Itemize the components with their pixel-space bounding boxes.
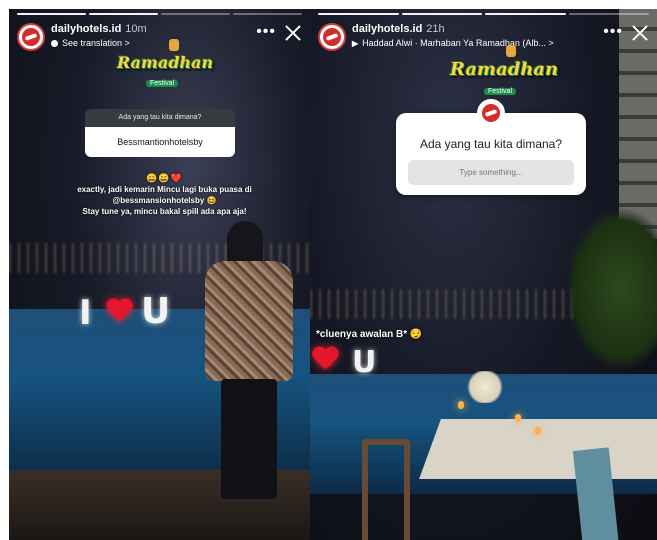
festival-title: Ramadhan	[117, 53, 214, 72]
woman-top	[205, 261, 293, 381]
ramadhan-festival-logo: Ramadhan Festival	[450, 45, 559, 98]
sign-letter-u: U	[352, 345, 377, 380]
avatar[interactable]	[17, 23, 45, 51]
progress-segment	[485, 13, 566, 15]
candle-icon	[458, 401, 464, 409]
username[interactable]: dailyhotels.id 10m	[51, 23, 147, 35]
progress-segment	[401, 13, 482, 15]
ramadhan-festival-logo: Ramadhan Festival	[117, 39, 214, 90]
story-caption: 😄😄❤️ exactly, jadi kemarin Mincu lagi bu…	[39, 173, 290, 217]
username[interactable]: dailyhotels.id 21h	[352, 23, 445, 35]
lantern-icon	[169, 39, 179, 51]
caption-line: exactly, jadi kemarin Mincu lagi buka pu…	[77, 185, 252, 194]
brand-logo-icon	[22, 28, 40, 46]
progress-segment	[89, 13, 158, 15]
heart-icon	[106, 299, 132, 323]
progress-segment	[233, 13, 302, 15]
post-time: 21h	[426, 23, 445, 35]
more-icon[interactable]: •••	[256, 24, 276, 40]
woman-legs	[221, 379, 277, 499]
music-attribution[interactable]: ▶︎ Haddad Alwi · Marhaban Ya Ramadhan (A…	[352, 38, 554, 48]
avatar[interactable]	[318, 23, 346, 51]
clue-caption: *cluenya awalan B* 😏	[316, 329, 423, 340]
question-prompt: Ada yang tau kita dimana?	[419, 137, 563, 151]
mention-line[interactable]: @bessmansionhotelsby 😆	[39, 195, 290, 206]
festival-title: Ramadhan	[450, 59, 559, 80]
chair	[362, 439, 410, 540]
progress-segment	[161, 13, 230, 15]
see-translation-link[interactable]: See translation >	[51, 38, 130, 48]
more-icon[interactable]: •••	[603, 24, 623, 40]
caption-line: Stay tune ya, mincu bakal spill ada apa …	[82, 207, 247, 216]
lantern-icon	[506, 45, 516, 57]
progress-segment	[17, 13, 86, 15]
sign-letter-u: U	[141, 291, 171, 332]
music-icon: ▶︎	[352, 38, 359, 48]
progress-segment	[318, 13, 399, 15]
see-translation-text[interactable]: See translation >	[62, 38, 130, 48]
music-text[interactable]: Haddad Alwi · Marhaban Ya Ramadhan (Alb.…	[362, 38, 554, 48]
brand-logo-icon	[323, 28, 341, 46]
flower-centerpiece	[466, 371, 504, 403]
translate-icon	[51, 39, 58, 47]
progress-bar	[318, 13, 649, 15]
progress-bar	[17, 13, 302, 15]
sign-letter-i: I	[79, 293, 92, 333]
woman-figure	[199, 221, 299, 540]
question-answer-input[interactable]	[408, 160, 574, 185]
question-answer: Bessmantionhotelsby	[85, 127, 235, 157]
close-icon[interactable]	[631, 23, 649, 41]
heart-icon	[312, 347, 338, 371]
close-icon[interactable]	[284, 23, 302, 41]
festival-subtitle: Festival	[483, 88, 517, 95]
question-sticker[interactable]: Ada yang tau kita dimana? Bessmantionhot…	[85, 109, 235, 169]
story-header: dailyhotels.id 10m See translation > •••	[17, 21, 302, 55]
username-text[interactable]: dailyhotels.id	[352, 23, 422, 35]
tree	[567, 209, 657, 369]
question-prompt: Ada yang tau kita dimana?	[85, 109, 235, 127]
post-time: 10m	[125, 23, 147, 35]
progress-segment	[568, 13, 649, 15]
festival-subtitle: Festival	[145, 80, 179, 87]
question-sticker[interactable]: Ada yang tau kita dimana?	[396, 99, 586, 195]
emoji-row: 😄😄❤️	[146, 173, 183, 183]
story-header: dailyhotels.id 21h ▶︎ Haddad Alwi · Marha…	[318, 21, 649, 55]
username-text[interactable]: dailyhotels.id	[51, 23, 121, 35]
candle-icon	[515, 414, 521, 422]
story-panel-left[interactable]: dailyhotels.id 10m See translation > ••• …	[9, 9, 310, 540]
brand-logo-icon	[482, 104, 500, 122]
story-panel-right[interactable]: dailyhotels.id 21h ▶︎ Haddad Alwi · Marha…	[310, 9, 657, 540]
question-avatar	[477, 99, 505, 127]
candle-icon	[535, 427, 541, 435]
